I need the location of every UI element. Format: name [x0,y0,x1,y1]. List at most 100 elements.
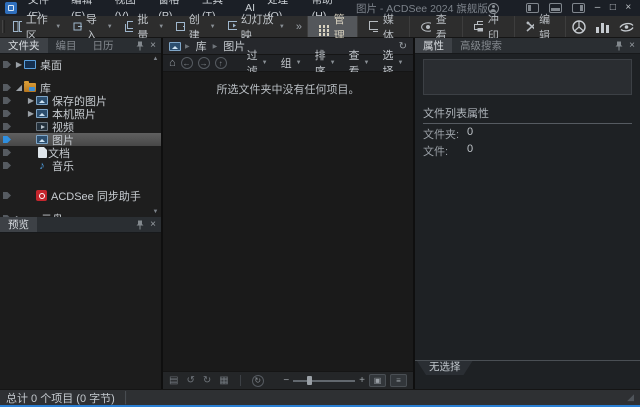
pictures-icon [169,42,181,51]
no-selection-tab[interactable]: 无选择 [417,361,473,375]
mode-manage[interactable]: 管理 [307,16,357,37]
import-button[interactable]: 导入 ▼ [67,16,118,37]
tree-item-music[interactable]: ♪ 音乐 [0,159,161,172]
create-button[interactable]: 创建 ▼ [170,16,221,37]
tree-item-cloud-drive[interactable]: ▶ ☁ 云盘 [0,212,161,217]
easy-select-marker[interactable] [3,84,11,91]
zoom-slider-thumb[interactable] [307,376,312,385]
expander-icon[interactable]: ▶ [26,107,36,120]
expander-icon[interactable]: ▶ [14,58,24,71]
cloud-icon: ☁ [24,214,37,218]
tab-advanced-search[interactable]: 高级搜索 [452,38,510,53]
dashboard-icon[interactable] [572,20,586,34]
tab-folders[interactable]: 文件夹 [0,38,48,53]
expander-icon[interactable]: ▶ [26,94,36,107]
filter-toolbar: ⌂ ← → ↑ 过滤▼ 组▼ 排序▼ 查看▼ 选择▼ ▼ [163,55,413,72]
group-menu[interactable]: 组▼ [277,55,306,71]
thumbnail-options-icon[interactable]: ▤ [169,376,178,386]
toolbar-grip[interactable] [2,20,5,33]
acdsee-app-icon[interactable] [5,2,17,14]
pin-icon[interactable] [136,41,144,51]
tree-item-desktop[interactable]: ▶ 桌面 [0,58,161,71]
chevron-down-icon: ▼ [279,24,285,30]
tab-folders-label: 文件夹 [8,38,40,53]
pictures-icon [36,135,48,144]
close-panel-icon[interactable]: × [150,41,156,51]
tab-preview[interactable]: 预览 [0,217,37,232]
acdsee-365-eye-icon[interactable] [619,21,634,32]
easy-select-marker[interactable] [3,110,11,117]
item-count-summary: 总计 0 个项目 (0 字节) [6,390,115,406]
pin-icon[interactable] [615,41,623,51]
tree-label: 音乐 [52,158,74,174]
close-panel-icon[interactable]: × [629,41,635,51]
close-button[interactable]: × [621,0,636,16]
scroll-up-icon[interactable]: ▲ [153,56,159,62]
expander-icon[interactable]: ◢ [14,81,24,94]
tree-item-videos[interactable]: 视频 [0,120,161,133]
zoom-in-icon[interactable]: + [359,375,365,386]
file-list-empty-area[interactable]: 所选文件夹中没有任何项目。 [163,72,413,371]
layout-bottom-pane-icon[interactable] [549,3,562,13]
tree-scrollbar[interactable]: ▲ ▼ [151,56,160,215]
resize-grip-icon[interactable]: ◢ [627,393,634,402]
tree-item-local-photos[interactable]: ▶ 本机照片 [0,107,161,120]
tab-advanced-search-label: 高级搜索 [460,38,502,53]
detail-view-button[interactable]: ≡ [390,374,407,387]
easy-select-marker[interactable] [3,192,11,199]
thumbnail-zoom-control: − + ▣ ≡ [283,374,407,387]
easy-select-marker[interactable] [3,149,11,156]
tree-item-pictures[interactable]: 图片 [0,133,161,146]
easy-select-marker-active[interactable] [3,136,11,143]
slideshow-button[interactable]: 幻灯放映 ▼ [222,16,291,37]
auto-advance-icon[interactable]: ↻ [252,375,264,387]
undo-icon[interactable]: ↺ [186,376,194,386]
close-panel-icon[interactable]: × [150,220,156,230]
minimize-button[interactable]: – [590,0,605,16]
maximize-button[interactable]: □ [605,0,620,16]
video-icon [36,122,48,131]
pin-icon[interactable] [136,220,144,230]
toolbar-overflow-button[interactable]: » [291,16,307,37]
mode-edit[interactable]: 编辑 [514,16,565,37]
easy-select-marker[interactable] [3,61,11,68]
workspace-button[interactable]: 工作区 ▼ [7,16,67,37]
up-icon[interactable]: ↑ [215,57,227,69]
activity-chart-icon[interactable] [596,21,609,33]
filmstrip-icon[interactable]: ▦ [219,376,228,386]
tree-label: ACDSee 同步助手 [51,188,141,204]
zoom-out-icon[interactable]: − [283,375,289,386]
tree-item-sync-assistant[interactable]: ACDSee 同步助手 [0,189,161,202]
breadcrumb-library[interactable]: 库 [194,38,209,54]
image-view-button[interactable]: ▣ [369,374,386,387]
tab-catalog-label: 编目 [56,38,77,53]
tree-item-documents[interactable]: 文档 [0,146,161,159]
easy-select-marker[interactable] [3,215,11,217]
back-icon[interactable]: ← [181,57,193,69]
mode-media[interactable]: 媒体 [357,16,409,37]
user-account-icon[interactable] [488,3,499,14]
mode-view[interactable]: 查看 [409,16,462,37]
breadcrumb: ▶ 库 ▶ 图片 ↻ [163,38,413,55]
pictures-icon [36,96,48,105]
tab-properties[interactable]: 属性 [415,38,452,53]
tab-calendar[interactable]: 日历 [85,38,122,53]
easy-select-marker[interactable] [3,162,11,169]
scroll-down-icon[interactable]: ▼ [153,209,159,215]
easy-select-marker[interactable] [3,97,11,104]
chevron-down-icon: ▼ [158,24,164,30]
redo-icon[interactable]: ↻ [203,376,211,386]
layout-right-pane-icon[interactable] [572,3,585,13]
layout-left-pane-icon[interactable] [526,3,539,13]
tab-calendar-label: 日历 [93,38,114,53]
media-screen-icon [369,21,378,32]
zoom-slider[interactable] [293,376,355,386]
expander-icon[interactable]: ▶ [14,212,24,217]
tab-catalog[interactable]: 编目 [48,38,85,53]
forward-icon[interactable]: → [198,57,210,69]
easy-select-marker[interactable] [3,123,11,130]
properties-panel: 属性 高级搜索 × 文件列表属性 文件夹: 0 文件: 0 无选择 [415,38,640,389]
mode-print[interactable]: 冲印 [462,16,514,37]
batch-button[interactable]: 批量 ▼ [119,16,170,37]
home-icon[interactable]: ⌂ [169,58,176,69]
